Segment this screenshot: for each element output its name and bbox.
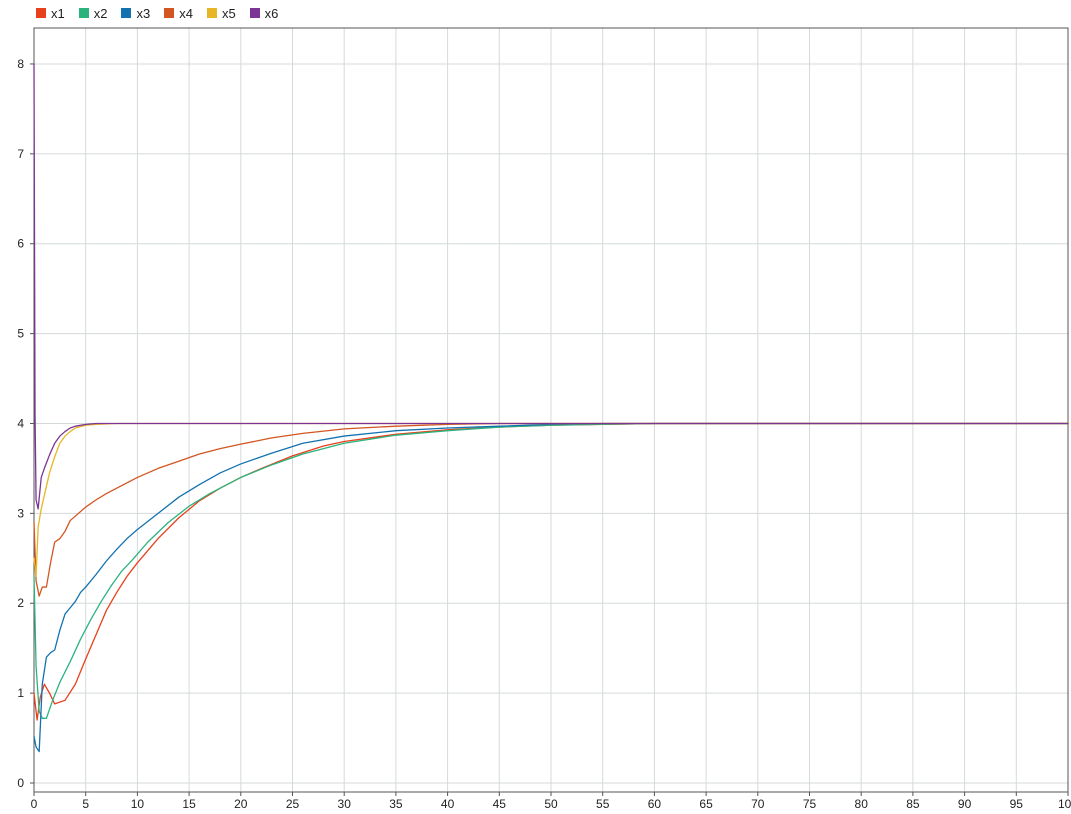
y-tick-labels: 0 1 2 3 4 5 6 7 8 (17, 57, 24, 790)
legend-swatch-icon (249, 8, 260, 18)
grid (34, 28, 1069, 792)
x-tick-label: 55 (596, 797, 610, 811)
x-tick-label: 0 (31, 797, 38, 811)
y-tick-label: 6 (17, 237, 24, 251)
y-tick-label: 7 (17, 147, 24, 161)
x-tick-label: 10 (131, 797, 145, 811)
x-tick-label: 75 (803, 797, 817, 811)
x-tick-label: 85 (906, 797, 920, 811)
y-tick-label: 5 (17, 327, 24, 341)
legend-label: x2 (93, 5, 108, 21)
legend-swatch-icon (206, 8, 217, 18)
legend-swatch-icon (36, 8, 46, 18)
x-tick-label: 40 (441, 797, 455, 811)
y-tick-label: 2 (17, 596, 24, 610)
y-tick-label: 1 (17, 686, 24, 700)
x-tick-label: 90 (958, 797, 972, 811)
x-tick-label: 15 (182, 797, 196, 811)
x-tick-label: 80 (855, 797, 869, 811)
legend-item-x1[interactable]: x1 (36, 6, 65, 21)
x-tick-label: 5 (82, 797, 89, 811)
legend-label: x1 (51, 5, 65, 21)
y-tick-label: 0 (17, 776, 24, 790)
y-tick-label: 8 (17, 57, 24, 71)
legend-swatch-icon (78, 8, 89, 18)
legend-label: x5 (221, 5, 236, 21)
chart-app: 0 5 10 15 20 25 30 35 40 45 50 55 60 65 70 75 80 85 90 95 10… (0, 0, 1071, 814)
x-tick-label: 100 (1058, 797, 1071, 811)
x-tick-label: 35 (389, 797, 403, 811)
y-tick-label: 3 (17, 506, 24, 520)
legend-item-x4[interactable]: x4 (164, 6, 193, 21)
x-tick-label: 20 (234, 797, 248, 811)
x-tick-label: 45 (493, 797, 507, 811)
legend-item-x2[interactable]: x2 (78, 5, 108, 21)
axes (30, 27, 1069, 796)
x-tick-label: 30 (338, 797, 352, 811)
legend-item-x3[interactable]: x3 (121, 6, 150, 21)
x-tick-label: 95 (1010, 797, 1024, 811)
x-tick-label: 50 (544, 797, 558, 811)
legend-item-x5[interactable]: x5 (206, 5, 236, 21)
x-tick-label: 70 (751, 797, 765, 811)
legend-label: x6 (264, 5, 279, 21)
legend-label: x3 (136, 5, 151, 21)
legend-label: x4 (179, 5, 193, 21)
legend-swatch-icon (164, 8, 175, 18)
x-tick-labels: 0 5 10 15 20 25 30 35 40 45 50 55 60 65 70 75 80 85 90 95 10… (31, 797, 1071, 811)
legend-item-x6[interactable]: x6 (249, 5, 279, 21)
line-chart: 0 5 10 15 20 25 30 35 40 45 50 55 60 65 70 75 80 85 90 95 10… (17, 27, 1071, 811)
legend-swatch-icon (121, 8, 132, 18)
legend: x1 x2 x3 x4 x5 x6 (36, 4, 278, 22)
y-tick-label: 4 (17, 416, 24, 430)
x-tick-label: 25 (286, 797, 300, 811)
x-tick-label: 65 (699, 797, 713, 811)
x-tick-label: 60 (648, 797, 662, 811)
